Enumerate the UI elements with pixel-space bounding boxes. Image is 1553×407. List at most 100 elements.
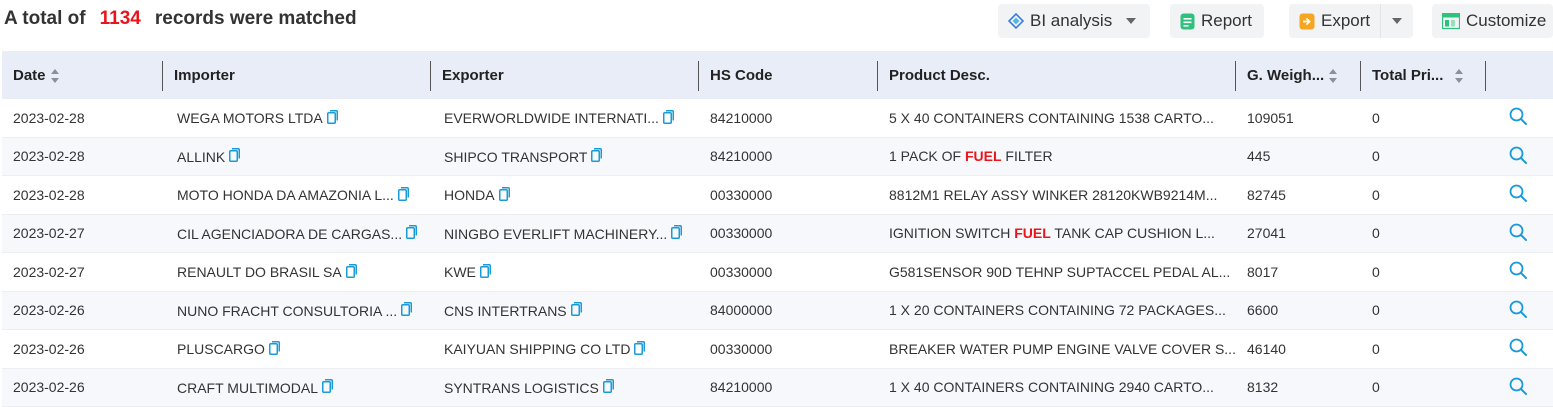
- cell-total-price: 0: [1361, 329, 1486, 369]
- search-icon[interactable]: [1509, 338, 1527, 359]
- product-desc-text: 8812M1 RELAY ASSY WINKER 28120KWB9214M..…: [889, 187, 1217, 203]
- column-header-label: Exporter: [442, 66, 504, 84]
- table-row: 2023-02-27 RENAULT DO BRASIL SA KWE 0033000…: [2, 252, 1553, 292]
- sort-icon[interactable]: [50, 68, 60, 83]
- copy-icon[interactable]: [326, 109, 338, 127]
- cell-importer: ALLINK: [163, 137, 431, 176]
- copy-icon[interactable]: [479, 263, 491, 281]
- copy-icon[interactable]: [662, 109, 674, 127]
- copy-icon[interactable]: [591, 148, 603, 165]
- bi-analysis-button[interactable]: BI analysis: [998, 4, 1150, 38]
- search-icon[interactable]: [1509, 107, 1527, 128]
- copy-icon[interactable]: [671, 225, 683, 242]
- copy-icon[interactable]: [406, 225, 418, 242]
- column-header-importer: Importer: [163, 51, 431, 99]
- export-dropdown-button[interactable]: [1380, 4, 1413, 38]
- copy-icon[interactable]: [401, 302, 413, 319]
- cell-actions: [1486, 99, 1553, 138]
- report-button[interactable]: Report: [1170, 4, 1264, 38]
- cell-exporter: CNS INTERTRANS: [431, 291, 699, 330]
- exporter-link[interactable]: KAIYUAN SHIPPING CO LTD: [444, 341, 630, 357]
- copy-icon[interactable]: [570, 302, 582, 319]
- gross-weight-value: 27041: [1247, 225, 1286, 242]
- importer-link[interactable]: NUNO FRACHT CONSULTORIA ...: [177, 303, 397, 319]
- importer-link[interactable]: PLUSCARGO: [177, 341, 265, 357]
- product-desc-text: IGNITION SWITCH FUEL TANK CAP CUSHION L.…: [889, 225, 1215, 241]
- column-header-total-price[interactable]: Total Pri...: [1361, 51, 1486, 99]
- copy-icon[interactable]: [268, 340, 280, 358]
- column-header-hs-code: HS Code: [699, 51, 878, 99]
- export-button[interactable]: Export: [1289, 4, 1380, 38]
- chevron-down-icon: [1126, 18, 1137, 24]
- desc-segment: 1 PACK OF: [889, 148, 965, 165]
- sort-icon[interactable]: [1329, 68, 1338, 83]
- date-value: 2023-02-26: [13, 302, 85, 319]
- cell-date: 2023-02-28: [2, 99, 163, 138]
- copy-icon[interactable]: [397, 186, 409, 204]
- cell-gross-weight: 445: [1236, 137, 1361, 176]
- gross-weight-value: 445: [1247, 148, 1271, 165]
- date-value: 2023-02-28: [13, 109, 85, 126]
- cell-exporter: KAIYUAN SHIPPING CO LTD: [431, 329, 699, 369]
- column-header-label: G. Weigh...: [1247, 66, 1325, 84]
- exporter-link[interactable]: HONDA: [444, 187, 495, 203]
- column-header-label: HS Code: [710, 66, 773, 84]
- search-icon[interactable]: [1509, 184, 1527, 205]
- cell-product-desc: BREAKER WATER PUMP ENGINE VALVE COVER S.…: [878, 329, 1236, 369]
- search-icon[interactable]: [1509, 377, 1527, 398]
- importer-link[interactable]: CRAFT MULTIMODAL: [177, 380, 318, 396]
- customize-button[interactable]: Customize: [1432, 4, 1553, 38]
- cell-hs-code: 84000000: [699, 291, 878, 330]
- importer-link[interactable]: CIL AGENCIADORA DE CARGAS...: [177, 226, 402, 242]
- cell-date: 2023-02-28: [2, 137, 163, 176]
- copy-icon[interactable]: [345, 263, 357, 281]
- exporter-link[interactable]: CNS INTERTRANS: [444, 303, 567, 319]
- customize-label: Customize: [1466, 11, 1547, 30]
- cell-importer: NUNO FRACHT CONSULTORIA ...: [163, 291, 431, 330]
- importer-link[interactable]: RENAULT DO BRASIL SA: [177, 264, 342, 280]
- cell-hs-code: 00330000: [699, 252, 878, 292]
- desc-segment: G581SENSOR 90D TEHNP SUPTACCEL PEDAL AL.…: [889, 263, 1231, 280]
- cell-hs-code: 00330000: [699, 329, 878, 369]
- report-label: Report: [1201, 11, 1253, 30]
- search-icon[interactable]: [1509, 146, 1527, 167]
- exporter-link[interactable]: KWE: [444, 264, 476, 280]
- cell-exporter: NINGBO EVERLIFT MACHINERY...: [431, 214, 699, 253]
- copy-icon[interactable]: [498, 186, 510, 204]
- importer-link[interactable]: WEGA MOTORS LTDA: [177, 110, 323, 126]
- column-header-date[interactable]: Date: [2, 51, 163, 99]
- cell-total-price: 0: [1361, 214, 1486, 253]
- importer-link[interactable]: MOTO HONDA DA AMAZONIA L...: [177, 187, 394, 203]
- gross-weight-value: 8017: [1247, 263, 1279, 280]
- cell-gross-weight: 8017: [1236, 252, 1361, 292]
- search-icon[interactable]: [1509, 223, 1527, 244]
- exporter-link[interactable]: SYNTRANS LOGISTICS: [444, 380, 599, 396]
- date-value: 2023-02-26: [13, 340, 85, 357]
- sort-icon[interactable]: [1455, 68, 1464, 83]
- total-price-value: 0: [1372, 302, 1380, 319]
- importer-link[interactable]: ALLINK: [177, 149, 225, 165]
- search-icon[interactable]: [1509, 300, 1527, 321]
- cell-actions: [1486, 252, 1553, 292]
- product-desc-text: BREAKER WATER PUMP ENGINE VALVE COVER S.…: [889, 341, 1236, 357]
- column-header-gross-weight[interactable]: G. Weigh...: [1236, 51, 1361, 99]
- column-header-label: Date: [13, 66, 46, 84]
- date-value: 2023-02-27: [13, 225, 85, 242]
- table-row: 2023-02-28 ALLINK SHIPCO TRANSPORT 84210000…: [2, 137, 1553, 176]
- exporter-link[interactable]: SHIPCO TRANSPORT: [444, 149, 587, 165]
- copy-icon[interactable]: [602, 379, 614, 396]
- cell-exporter: KWE: [431, 252, 699, 292]
- report-icon: [1180, 13, 1195, 29]
- exporter-link[interactable]: EVERWORLDWIDE INTERNATI...: [444, 110, 659, 126]
- hs-code-value: 84000000: [710, 302, 773, 319]
- copy-icon[interactable]: [634, 340, 646, 358]
- total-price-value: 0: [1372, 340, 1380, 357]
- exporter-link[interactable]: NINGBO EVERLIFT MACHINERY...: [444, 226, 667, 242]
- cell-total-price: 0: [1361, 291, 1486, 330]
- cell-total-price: 0: [1361, 99, 1486, 138]
- product-desc-text: 1 X 20 CONTAINERS CONTAINING 72 PACKAGES…: [889, 302, 1226, 318]
- copy-icon[interactable]: [229, 148, 241, 165]
- hs-code-value: 84210000: [710, 148, 773, 165]
- copy-icon[interactable]: [322, 379, 334, 396]
- search-icon[interactable]: [1509, 261, 1527, 282]
